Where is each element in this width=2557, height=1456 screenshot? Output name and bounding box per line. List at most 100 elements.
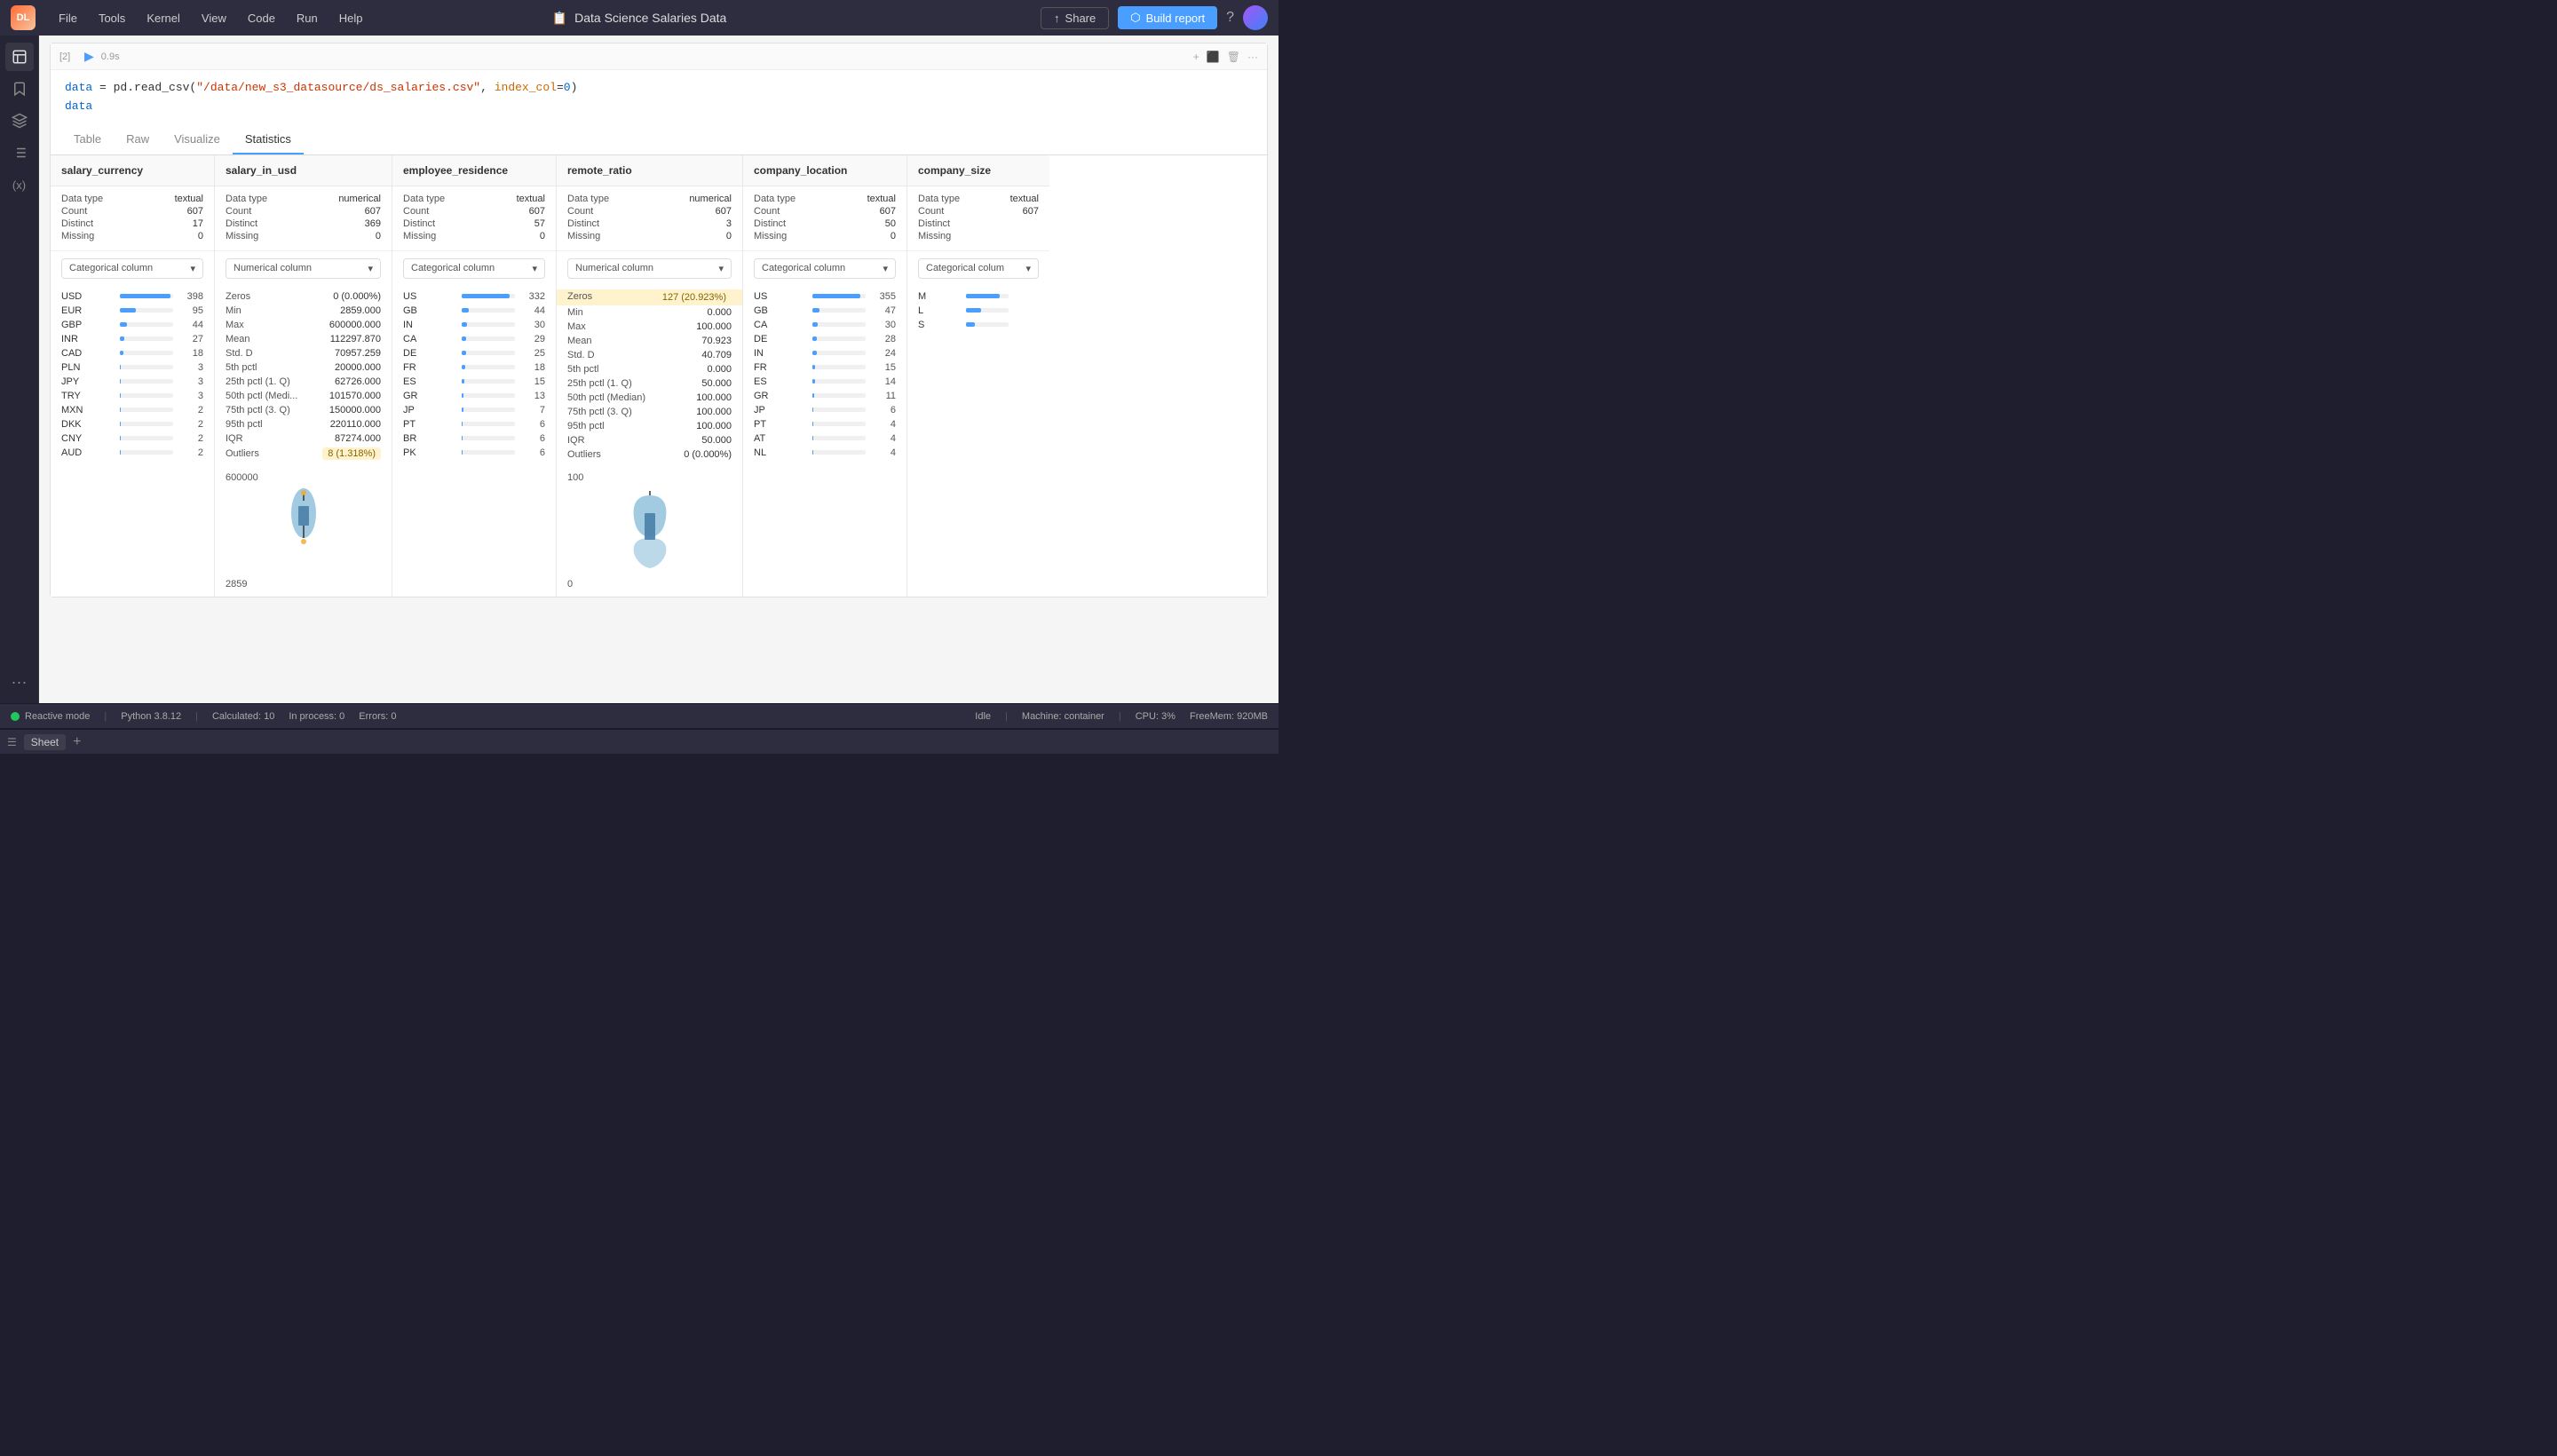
val-row-cad: CAD 18 bbox=[51, 346, 214, 360]
stat-max: Max600000.000 bbox=[215, 318, 392, 332]
tab-visualize[interactable]: Visualize bbox=[162, 125, 233, 154]
col-values-employee-residence: US332 GB44 IN30 CA29 DE25 FR18 ES15 GR13… bbox=[392, 286, 556, 463]
reactive-mode-indicator[interactable]: Reactive mode bbox=[11, 711, 90, 722]
type-badge-company-size[interactable]: Categorical colum▾ bbox=[918, 258, 1039, 279]
violin-remote-ratio: 100 0 bbox=[557, 465, 742, 597]
code-area[interactable]: data = pd.read_csv("/data/new_s3_datasou… bbox=[51, 70, 1267, 125]
val-row-pln: PLN 3 bbox=[51, 360, 214, 375]
violin-bottom-label-salary: 2859 bbox=[226, 579, 247, 590]
sidebar-icon-pages[interactable] bbox=[5, 43, 34, 71]
menu-help[interactable]: Help bbox=[330, 8, 372, 28]
type-badge-remote-ratio[interactable]: Numerical column▾ bbox=[567, 258, 732, 279]
delete-cell-icon[interactable]: 🗑 bbox=[1227, 51, 1240, 63]
add-sheet-button[interactable]: + bbox=[73, 734, 81, 750]
menu-file[interactable]: File bbox=[50, 8, 86, 28]
violin-top-label-salary: 600000 bbox=[226, 472, 258, 483]
sidebar-icon-layers[interactable] bbox=[5, 107, 34, 135]
stats-col-company-size: company_size Data typetextual Count607 D… bbox=[907, 155, 1049, 597]
menu-tools[interactable]: Tools bbox=[90, 8, 134, 28]
bottom-tabs-icon: ☰ bbox=[7, 736, 17, 748]
share-icon: ↑ bbox=[1054, 12, 1060, 25]
val-row-mxn: MXN 2 bbox=[51, 403, 214, 417]
cell-actions: + ⬛ 🗑 ··· bbox=[1193, 51, 1258, 63]
val-row-gbp: GBP 44 bbox=[51, 318, 214, 332]
col-header-employee-residence: employee_residence bbox=[392, 155, 556, 186]
menu-view[interactable]: View bbox=[193, 8, 235, 28]
col-values-salary-currency: USD 398 EUR 95 GBP 44 bbox=[51, 286, 214, 463]
stats-col-remote-ratio: remote_ratio Data typenumerical Count607… bbox=[557, 155, 743, 597]
col-values-company-location: US355 GB47 CA30 DE28 IN24 FR15 ES14 GR11… bbox=[743, 286, 906, 463]
col-header-salary-currency: salary_currency bbox=[51, 155, 214, 186]
val-row-usd: USD 398 bbox=[51, 289, 214, 304]
help-icon[interactable]: ? bbox=[1226, 10, 1234, 26]
build-report-button[interactable]: ⬡ Build report bbox=[1118, 6, 1217, 29]
exec-time: 0.9s bbox=[101, 51, 120, 62]
stats-col-salary-in-usd: salary_in_usd Data typenumerical Count60… bbox=[215, 155, 392, 597]
notebook-icon: 📋 bbox=[552, 11, 567, 26]
type-badge-salary-currency[interactable]: Categorical column▾ bbox=[61, 258, 203, 279]
stats-container: salary_currency Data typetextual Count60… bbox=[51, 155, 1267, 597]
notebook-area: [2] ▶ 0.9s + ⬛ 🗑 ··· data = pd.read_csv(… bbox=[39, 36, 1278, 703]
col-meta-company-location: Data typetextual Count607 Distinct50 Mis… bbox=[743, 186, 906, 251]
output-tabs: Table Raw Visualize Statistics bbox=[51, 125, 1267, 155]
notebook-title: 📋 Data Science Salaries Data bbox=[552, 11, 727, 26]
stat-25th: 25th pctl (1. Q)62726.000 bbox=[215, 375, 392, 389]
col-stats-remote-ratio: Zeros127 (20.923%) Min0.000 Max100.000 M… bbox=[557, 286, 742, 465]
run-button[interactable]: ▶ bbox=[84, 49, 94, 64]
val-row-cny: CNY 2 bbox=[51, 431, 214, 446]
stat-50th: 50th pctl (Medi...101570.000 bbox=[215, 389, 392, 403]
type-badge-company-location[interactable]: Categorical column▾ bbox=[754, 258, 896, 279]
add-cell-icon[interactable]: + bbox=[1193, 51, 1199, 63]
more-options-icon[interactable]: ··· bbox=[1247, 51, 1258, 63]
in-process-count: In process: 0 bbox=[289, 711, 344, 722]
menu-kernel[interactable]: Kernel bbox=[138, 8, 189, 28]
reactive-mode-label: Reactive mode bbox=[25, 711, 90, 722]
col-meta-salary-in-usd: Data typenumerical Count607 Distinct369 … bbox=[215, 186, 392, 251]
menu-right: ↑ Share ⬡ Build report ? bbox=[1041, 5, 1268, 30]
share-button[interactable]: ↑ Share bbox=[1041, 7, 1109, 29]
col-header-company-location: company_location bbox=[743, 155, 906, 186]
cell-menu-icon[interactable]: ⬛ bbox=[1207, 51, 1220, 63]
type-badge-employee-residence[interactable]: Categorical column▾ bbox=[403, 258, 545, 279]
cell-header: [2] ▶ 0.9s + ⬛ 🗑 ··· bbox=[51, 44, 1267, 70]
col-header-company-size: company_size bbox=[907, 155, 1049, 186]
col-header-remote-ratio: remote_ratio bbox=[557, 155, 742, 186]
tab-raw[interactable]: Raw bbox=[114, 125, 162, 154]
sidebar-icon-more[interactable]: ··· bbox=[5, 668, 34, 696]
col-header-salary-in-usd: salary_in_usd bbox=[215, 155, 392, 186]
val-row-aud: AUD 2 bbox=[51, 446, 214, 460]
main-layout: (x) ··· [2] ▶ 0.9s + ⬛ 🗑 ··· data = pd.r… bbox=[0, 36, 1278, 703]
menu-run[interactable]: Run bbox=[288, 8, 327, 28]
status-bar: Reactive mode | Python 3.8.12 | Calculat… bbox=[0, 703, 1278, 728]
stat-95th: 95th pctl220110.000 bbox=[215, 417, 392, 431]
menu-bar: DL File Tools Kernel View Code Run Help … bbox=[0, 0, 1278, 36]
reactive-dot bbox=[11, 712, 20, 721]
stat-75th: 75th pctl (3. Q)150000.000 bbox=[215, 403, 392, 417]
sheet-tab[interactable]: Sheet bbox=[24, 734, 66, 750]
bottom-tabs-bar: ☰ Sheet + bbox=[0, 729, 1278, 754]
stat-mean: Mean112297.870 bbox=[215, 332, 392, 346]
tab-table[interactable]: Table bbox=[61, 125, 114, 154]
stats-col-employee-residence: employee_residence Data typetextual Coun… bbox=[392, 155, 557, 597]
app-logo: DL bbox=[11, 5, 36, 30]
sidebar-icon-variable[interactable]: (x) bbox=[5, 170, 34, 199]
code-line-2: data bbox=[65, 98, 1253, 116]
violin-chart-remote bbox=[614, 487, 685, 575]
avatar[interactable] bbox=[1243, 5, 1268, 30]
sidebar-icon-list[interactable] bbox=[5, 138, 34, 167]
errors-count: Errors: 0 bbox=[359, 711, 396, 722]
sidebar-icon-bookmark[interactable] bbox=[5, 75, 34, 103]
val-row-jpy: JPY 3 bbox=[51, 375, 214, 389]
violin-chart-salary bbox=[268, 487, 339, 575]
stat-outliers: Outliers 8 (1.318%) bbox=[215, 446, 392, 462]
tab-statistics[interactable]: Statistics bbox=[233, 125, 304, 154]
machine-status: Machine: container bbox=[1022, 711, 1104, 722]
type-badge-salary-in-usd[interactable]: Numerical column▾ bbox=[226, 258, 381, 279]
val-row-inr: INR 27 bbox=[51, 332, 214, 346]
col-values-company-size: M L S bbox=[907, 286, 1049, 336]
python-version: Python 3.8.12 bbox=[121, 711, 181, 722]
menu-code[interactable]: Code bbox=[239, 8, 284, 28]
col-stats-salary-in-usd: Zeros0 (0.000%) Min2859.000 Max600000.00… bbox=[215, 286, 392, 465]
col-meta-remote-ratio: Data typenumerical Count607 Distinct3 Mi… bbox=[557, 186, 742, 251]
stat-iqr: IQR87274.000 bbox=[215, 431, 392, 446]
